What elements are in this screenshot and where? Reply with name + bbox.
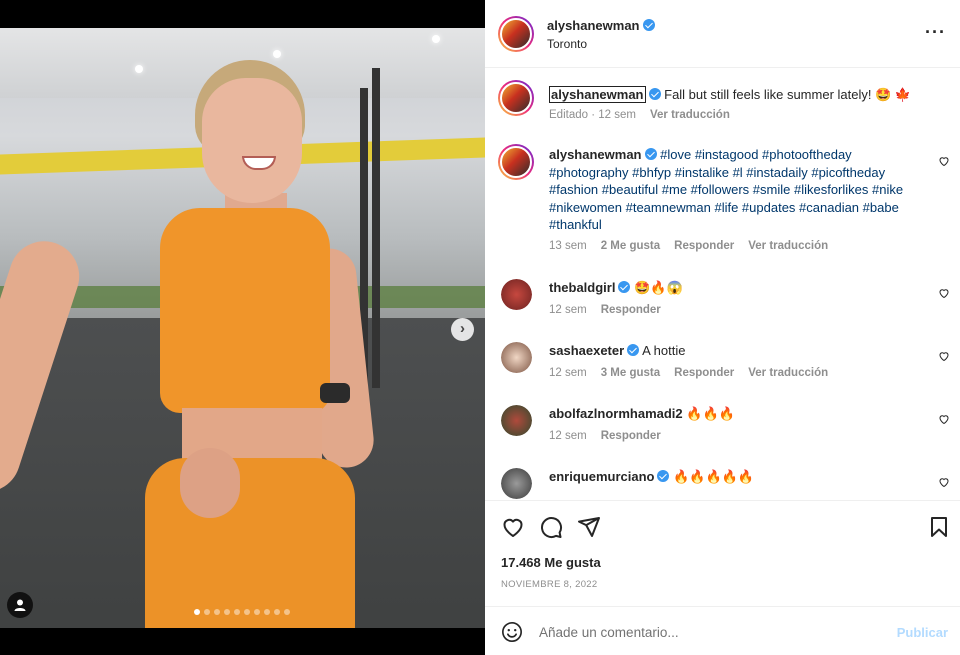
carousel-dot	[214, 609, 220, 615]
comment-reply-button[interactable]: Responder	[674, 240, 734, 252]
carousel-dot	[264, 609, 270, 615]
carousel-dot	[204, 609, 210, 615]
comments-list: alyshanewman Fall but still feels like s…	[485, 69, 960, 499]
post-location[interactable]: Toronto	[547, 37, 655, 51]
comment-time: 12 sem	[549, 430, 587, 442]
comment-reply-button[interactable]: Responder	[601, 304, 661, 316]
carousel-dot	[284, 609, 290, 615]
author-block: alyshanewman Toronto	[547, 18, 655, 51]
verified-badge-icon	[644, 148, 657, 160]
carousel-dot	[234, 609, 240, 615]
post-photo[interactable]	[0, 28, 485, 628]
carousel-dot	[244, 609, 250, 615]
comment-avatar[interactable]	[501, 468, 532, 499]
send-icon[interactable]	[577, 515, 601, 539]
comment-time: 12 sem	[549, 304, 587, 316]
heart-icon[interactable]	[501, 515, 525, 539]
bookmark-icon[interactable]	[927, 515, 951, 539]
comment-avatar[interactable]	[498, 144, 534, 180]
comment-username[interactable]: sashaexeter	[549, 343, 624, 358]
author-username[interactable]: alyshanewman	[547, 18, 640, 33]
comment-likes[interactable]: 3 Me gusta	[601, 367, 660, 379]
comment-text: 🤩🔥😱	[634, 280, 683, 295]
user-tag-icon	[14, 599, 26, 611]
carousel-dot	[224, 609, 230, 615]
comment-text: 🔥🔥🔥🔥🔥	[673, 469, 755, 484]
comment-username[interactable]: enriquemurciano	[549, 469, 654, 484]
chevron-right-icon: ›	[460, 320, 465, 337]
publish-button[interactable]: Publicar	[897, 625, 948, 640]
verified-badge-icon	[648, 88, 661, 100]
comment-username[interactable]: thebaldgirl	[549, 280, 615, 295]
ceiling-light	[432, 35, 440, 43]
post-date: NOVIEMBRE 8, 2022	[501, 579, 598, 590]
comment-avatar[interactable]	[501, 279, 532, 310]
comment-like-heart-icon[interactable]	[938, 155, 950, 167]
comment-text: 🔥🔥🔥	[686, 406, 735, 421]
comment-avatar[interactable]	[501, 342, 532, 373]
comment-like-heart-icon[interactable]	[938, 350, 950, 362]
comment-translate-link[interactable]: Ver traducción	[748, 240, 828, 252]
caption-edited: Editado · 12 sem	[549, 109, 636, 121]
likes-count[interactable]: 17.468 Me gusta	[501, 555, 601, 570]
post-panel: alyshanewman Toronto ··· alyshanewman Fa…	[485, 0, 960, 655]
emoji-icon[interactable]	[501, 621, 523, 643]
comment-icon[interactable]	[539, 515, 563, 539]
caption-avatar[interactable]	[498, 80, 534, 116]
carousel-dot	[274, 609, 280, 615]
comment-username[interactable]: alyshanewman	[549, 147, 642, 162]
post-media: ›	[0, 0, 485, 655]
comment-composer: Publicar	[485, 606, 960, 655]
comment-reply-button[interactable]: Responder	[601, 430, 661, 442]
comment-avatar[interactable]	[501, 405, 532, 436]
caption-text: Fall but still feels like summer lately!…	[664, 87, 912, 102]
post-header: alyshanewman Toronto ···	[485, 0, 960, 68]
comment-time: 13 sem	[549, 240, 587, 252]
carousel-next-button[interactable]: ›	[451, 318, 474, 341]
comment-text: A hottie	[642, 343, 686, 358]
comment-like-heart-icon[interactable]	[938, 413, 950, 425]
photo-person	[0, 28, 380, 628]
verified-badge-icon	[627, 344, 640, 356]
comment-time: 12 sem	[549, 367, 587, 379]
verified-badge-icon	[618, 281, 631, 293]
comment-likes[interactable]: 2 Me gusta	[601, 240, 660, 252]
post-actions: 17.468 Me gusta NOVIEMBRE 8, 2022	[485, 500, 960, 606]
comment-translate-link[interactable]: Ver traducción	[748, 367, 828, 379]
comment-like-heart-icon[interactable]	[938, 287, 950, 299]
verified-badge-icon	[657, 470, 670, 482]
carousel-dot	[254, 609, 260, 615]
carousel-dot	[194, 609, 200, 615]
carousel-indicator	[194, 609, 290, 615]
verified-badge-icon	[642, 19, 655, 31]
author-avatar[interactable]	[498, 16, 534, 52]
comment-username[interactable]: abolfazlnormhamadi2	[549, 406, 683, 421]
caption-username[interactable]: alyshanewman	[549, 86, 646, 103]
comment-like-heart-icon[interactable]	[938, 476, 950, 488]
comment-input[interactable]	[539, 619, 879, 645]
user-tag-button[interactable]	[7, 592, 33, 618]
comment-reply-button[interactable]: Responder	[674, 367, 734, 379]
caption-translate-link[interactable]: Ver traducción	[650, 109, 730, 121]
more-options-icon[interactable]: ···	[925, 22, 946, 43]
